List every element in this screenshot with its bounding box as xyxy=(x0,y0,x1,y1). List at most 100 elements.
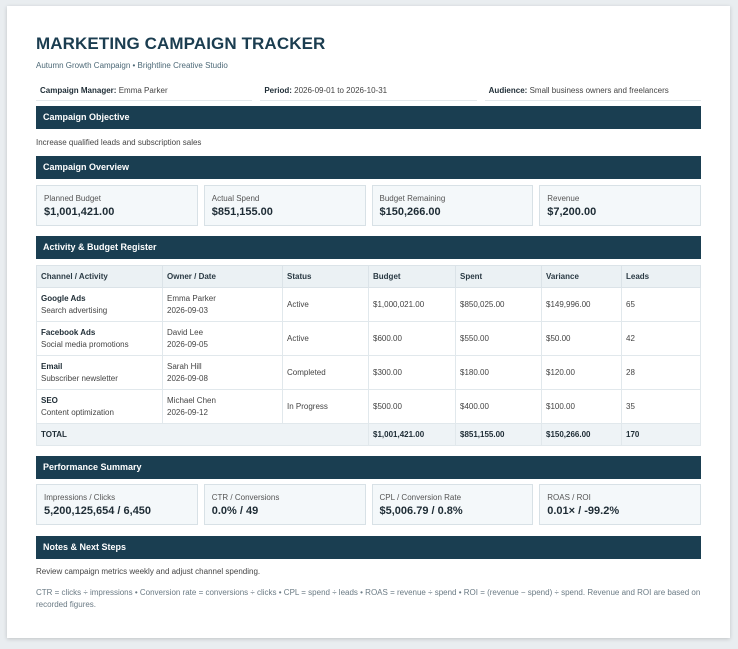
card-label: Planned Budget xyxy=(44,194,101,203)
col-header-channel: Channel / Activity xyxy=(36,265,163,288)
cell-spent: $850,025.00 xyxy=(455,287,542,322)
cell-status: Active xyxy=(282,287,369,322)
total-leads: 170 xyxy=(621,423,701,446)
objective-text: Increase qualified leads and subscriptio… xyxy=(36,138,202,147)
activity-date: 2026-09-03 xyxy=(167,306,208,315)
cell-spent: $400.00 xyxy=(455,389,542,424)
cell-channel: Facebook Ads Social media promotions xyxy=(36,321,163,356)
formula-footnote: CTR = clicks ÷ impressions • Conversion … xyxy=(36,588,701,609)
cell-variance: $100.00 xyxy=(541,389,622,424)
cell-owner: Sarah Hill 2026-09-08 xyxy=(162,355,283,390)
cell-spent: $550.00 xyxy=(455,321,542,356)
activity-name: Subscriber newsletter xyxy=(41,374,118,383)
col-header-status: Status xyxy=(282,265,369,288)
page-subtitle: Autumn Growth Campaign • Brightline Crea… xyxy=(36,61,228,70)
card-value: $5,006.79 / 0.8% xyxy=(379,505,463,517)
cell-budget: $600.00 xyxy=(368,321,456,356)
channel-name: Facebook Ads xyxy=(41,328,96,337)
cell-variance: $149,996.00 xyxy=(541,287,622,322)
cell-channel: Email Subscriber newsletter xyxy=(36,355,163,390)
col-header-leads: Leads xyxy=(621,265,701,288)
total-label: TOTAL xyxy=(36,423,369,446)
activity-date: 2026-09-12 xyxy=(167,408,208,417)
cell-leads: 28 xyxy=(621,355,701,390)
meta-period-label: Period: xyxy=(264,86,292,95)
owner-name: Emma Parker xyxy=(167,294,216,303)
table-row: Email Subscriber newsletter Sarah Hill 202… xyxy=(36,355,701,390)
cell-budget: $1,000,021.00 xyxy=(368,287,456,322)
cell-leads: 35 xyxy=(621,389,701,424)
card-ctr-conversions: CTR / Conversions 0.0% / 49 xyxy=(203,484,366,525)
section-performance-heading: Performance Summary xyxy=(36,456,701,479)
channel-name: Email xyxy=(41,362,63,371)
card-label: Actual Spend xyxy=(211,194,260,203)
meta-audience-label: Audience: xyxy=(488,86,528,95)
cell-budget: $300.00 xyxy=(368,355,456,390)
card-value: $7,200.00 xyxy=(547,206,597,218)
card-label: CTR / Conversions xyxy=(211,493,280,502)
card-value: $851,155.00 xyxy=(211,206,273,218)
card-value: $1,001,421.00 xyxy=(44,206,115,218)
table-row: Facebook Ads Social media promotions Davi… xyxy=(36,321,701,356)
owner-name: Sarah Hill xyxy=(167,362,202,371)
activity-name: Social media promotions xyxy=(41,340,129,349)
table-total-row: TOTAL $1,001,421.00 $851,155.00 $150,266… xyxy=(36,423,701,446)
card-label: Impressions / Clicks xyxy=(44,493,116,502)
section-objective-heading: Campaign Objective xyxy=(36,106,701,129)
card-label: Revenue xyxy=(547,194,580,203)
total-variance: $150,266.00 xyxy=(541,423,622,446)
section-notes-heading: Notes & Next Steps xyxy=(36,536,701,559)
card-cpl-conversion-rate: CPL / Conversion Rate $5,006.79 / 0.8% xyxy=(371,484,534,525)
notes-text: Review campaign metrics weekly and adjus… xyxy=(36,567,261,576)
total-spent: $851,155.00 xyxy=(455,423,542,446)
cell-variance: $50.00 xyxy=(541,321,622,356)
activity-date: 2026-09-08 xyxy=(167,374,208,383)
owner-name: Michael Chen xyxy=(167,396,216,405)
table-row: Google Ads Search advertising Emma Parker… xyxy=(36,287,701,322)
total-budget: $1,001,421.00 xyxy=(368,423,456,446)
overview-cards: Planned Budget $1,001,421.00 Actual Spen… xyxy=(36,185,701,226)
meta-audience: Audience: Small business owners and free… xyxy=(484,82,701,101)
meta-audience-value: Small business owners and freelancers xyxy=(529,86,669,95)
card-roas-roi: ROAS / ROI 0.01× / -99.2% xyxy=(539,484,701,525)
meta-row: Campaign Manager: Emma Parker Period: 20… xyxy=(36,82,701,101)
col-header-budget: Budget xyxy=(368,265,456,288)
meta-manager-label: Campaign Manager: xyxy=(40,86,117,95)
activity-name: Content optimization xyxy=(41,408,114,417)
card-value: 0.01× / -99.2% xyxy=(547,505,620,517)
card-label: Budget Remaining xyxy=(379,194,446,203)
cell-leads: 65 xyxy=(621,287,701,322)
channel-name: Google Ads xyxy=(41,294,86,303)
meta-manager: Campaign Manager: Emma Parker xyxy=(36,82,253,101)
section-register-heading: Activity & Budget Register xyxy=(36,236,701,259)
card-value: 0.0% / 49 xyxy=(211,505,259,517)
card-label: ROAS / ROI xyxy=(547,493,591,502)
register-table: Channel / Activity Owner / Date Status B… xyxy=(36,265,701,446)
page-title: MARKETING CAMPAIGN TRACKER xyxy=(36,34,326,53)
document-page: MARKETING CAMPAIGN TRACKER Autumn Growth… xyxy=(7,6,730,638)
meta-period: Period: 2026-09-01 to 2026-10-31 xyxy=(260,82,477,101)
card-actual-spend: Actual Spend $851,155.00 xyxy=(203,185,366,226)
channel-name: SEO xyxy=(41,396,58,405)
cell-spent: $180.00 xyxy=(455,355,542,390)
cell-owner: Michael Chen 2026-09-12 xyxy=(162,389,283,424)
cell-variance: $120.00 xyxy=(541,355,622,390)
cell-status: In Progress xyxy=(282,389,369,424)
cell-status: Active xyxy=(282,321,369,356)
cell-channel: Google Ads Search advertising xyxy=(36,287,163,322)
activity-name: Search advertising xyxy=(41,306,108,315)
col-header-spent: Spent xyxy=(455,265,542,288)
card-impressions-clicks: Impressions / Clicks 5,200,125,654 / 6,4… xyxy=(36,484,198,525)
card-revenue: Revenue $7,200.00 xyxy=(539,185,701,226)
card-budget-remaining: Budget Remaining $150,266.00 xyxy=(371,185,534,226)
meta-manager-value: Emma Parker xyxy=(118,86,168,95)
performance-cards: Impressions / Clicks 5,200,125,654 / 6,4… xyxy=(36,484,701,525)
cell-channel: SEO Content optimization xyxy=(36,389,163,424)
activity-date: 2026-09-05 xyxy=(167,340,208,349)
cell-budget: $500.00 xyxy=(368,389,456,424)
table-row: SEO Content optimization Michael Chen 2026… xyxy=(36,389,701,424)
owner-name: David Lee xyxy=(167,328,204,337)
card-planned-budget: Planned Budget $1,001,421.00 xyxy=(36,185,198,226)
cell-owner: David Lee 2026-09-05 xyxy=(162,321,283,356)
section-overview-heading: Campaign Overview xyxy=(36,156,701,179)
